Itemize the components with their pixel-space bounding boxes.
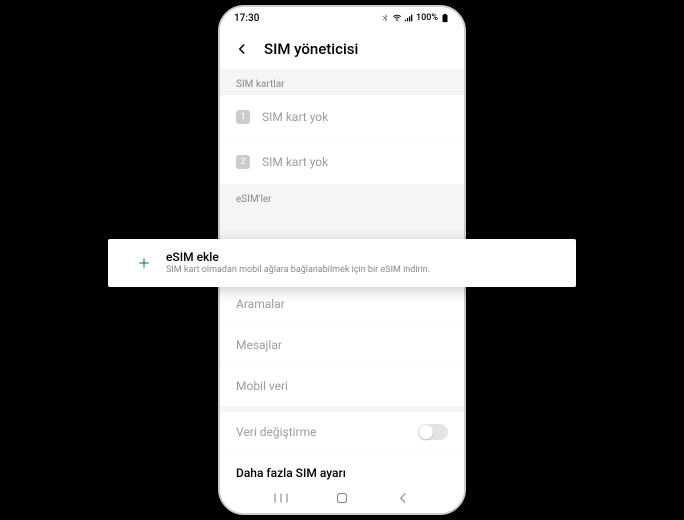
add-esim-text: eSIM ekle SIM kart olmadan mobil ağlara … bbox=[166, 250, 430, 277]
add-esim-subtitle: SIM kart olmadan mobil ağlara bağlanabil… bbox=[166, 265, 430, 277]
status-bar: 17:30 100% bbox=[220, 7, 464, 29]
page-header: SIM yöneticisi bbox=[220, 29, 464, 69]
status-time: 17:30 bbox=[234, 13, 259, 24]
more-sim-settings-label: Daha fazla SIM ayarı bbox=[236, 466, 346, 480]
plus-icon bbox=[135, 254, 153, 272]
status-indicators: 100% bbox=[380, 13, 450, 23]
page-title: SIM yöneticisi bbox=[264, 40, 358, 58]
pref-messages[interactable]: Mesajlar bbox=[220, 325, 464, 365]
pref-mobile-data[interactable]: Mobil veri bbox=[220, 366, 464, 406]
add-esim-title: eSIM ekle bbox=[166, 250, 430, 264]
data-switch-row[interactable]: Veri değiştirme bbox=[220, 412, 464, 452]
chevron-left-icon bbox=[233, 40, 251, 58]
back-icon bbox=[394, 489, 412, 507]
sim-badge-2: 2 bbox=[236, 155, 250, 169]
pref-calls-label: Aramalar bbox=[236, 297, 285, 311]
add-esim-row[interactable]: eSIM ekle SIM kart olmadan mobil ağlara … bbox=[108, 239, 576, 287]
navigation-bar bbox=[220, 483, 464, 513]
sim-slot-1-text: SIM kart yok bbox=[262, 110, 328, 124]
phone-frame: 17:30 100% SIM yöneticisi SIM kartlar 1 bbox=[218, 5, 466, 515]
data-switch-label: Veri değiştirme bbox=[236, 425, 316, 439]
sim-cards-section-label: SIM kartlar bbox=[220, 69, 464, 95]
sim-badge-1: 1 bbox=[236, 110, 250, 124]
sim-slot-1[interactable]: 1 SIM kart yok bbox=[220, 95, 464, 139]
home-icon bbox=[333, 489, 351, 507]
battery-percent: 100% bbox=[416, 13, 438, 23]
sim-slot-2-text: SIM kart yok bbox=[262, 155, 328, 169]
esims-section-label: eSIM'ler bbox=[220, 184, 464, 210]
sim-slot-2[interactable]: 2 SIM kart yok bbox=[220, 140, 464, 184]
bluetooth-icon bbox=[380, 13, 390, 23]
data-switch-toggle[interactable] bbox=[418, 424, 448, 440]
wifi-icon bbox=[392, 13, 402, 23]
pref-mobile-data-label: Mobil veri bbox=[236, 379, 288, 393]
recent-icon bbox=[272, 489, 290, 507]
nav-recent[interactable] bbox=[272, 489, 290, 507]
nav-home[interactable] bbox=[333, 489, 351, 507]
signal-icon bbox=[404, 13, 414, 23]
pref-calls[interactable]: Aramalar bbox=[220, 284, 464, 324]
back-button[interactable] bbox=[228, 35, 256, 63]
battery-icon bbox=[440, 13, 450, 23]
nav-back[interactable] bbox=[394, 489, 412, 507]
more-sim-settings[interactable]: Daha fazla SIM ayarı bbox=[220, 453, 464, 483]
pref-messages-label: Mesajlar bbox=[236, 338, 282, 352]
